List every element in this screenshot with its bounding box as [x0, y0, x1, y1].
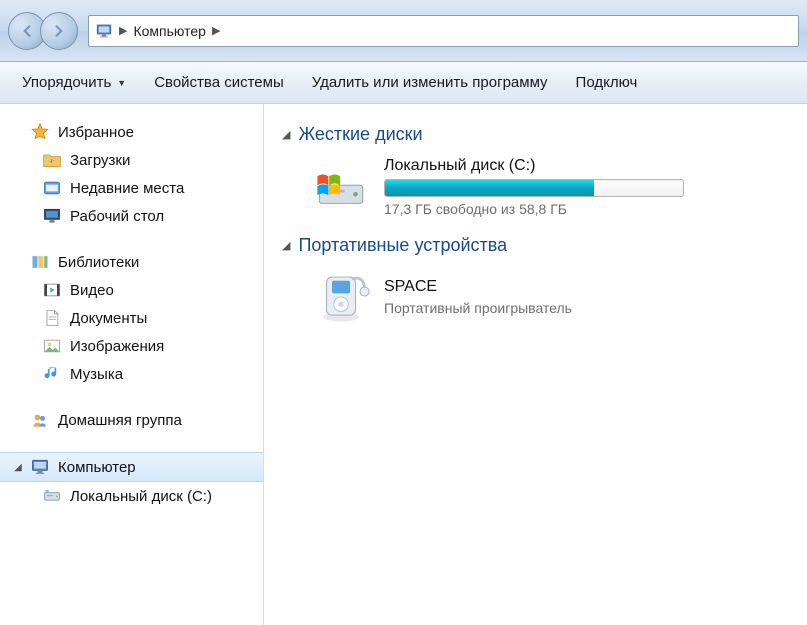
- device-title: SPACE: [384, 278, 572, 296]
- libraries-group: Библиотеки Видео Документы Изображения: [0, 248, 263, 388]
- navigation-pane: Избранное Загрузки Недавние места Рабочи…: [0, 104, 264, 625]
- portable-player-icon: [312, 268, 370, 326]
- hard-drive-icon: [312, 158, 370, 216]
- forward-button[interactable]: [40, 12, 78, 50]
- drive-item-local-c[interactable]: Локальный диск (C:) 17,3 ГБ свободно из …: [282, 155, 789, 227]
- portable-heading-label: Портативные устройства: [298, 235, 507, 256]
- sidebar-item-videos[interactable]: Видео: [0, 276, 263, 304]
- breadcrumb-sep-icon: ▶: [119, 24, 127, 37]
- libraries-label: Библиотеки: [58, 254, 139, 271]
- sidebar-item-documents[interactable]: Документы: [0, 304, 263, 332]
- video-icon: [42, 280, 62, 300]
- expand-icon[interactable]: [12, 256, 24, 268]
- breadcrumb-sep-icon: ▶: [212, 24, 220, 37]
- sidebar-item-pictures[interactable]: Изображения: [0, 332, 263, 360]
- disk-usage-fill: [385, 180, 594, 196]
- recent-label: Недавние места: [70, 180, 184, 197]
- sidebar-item-desktop[interactable]: Рабочий стол: [0, 202, 263, 230]
- sidebar-item-local-disk-c[interactable]: Локальный диск (C:): [0, 482, 263, 510]
- computer-icon: [30, 457, 50, 477]
- drive-icon: [42, 486, 62, 506]
- hdd-heading-label: Жесткие диски: [298, 124, 422, 145]
- main-area: Избранное Загрузки Недавние места Рабочи…: [0, 104, 807, 625]
- homegroup-icon: [30, 410, 50, 430]
- music-icon: [42, 364, 62, 384]
- favorites-label: Избранное: [58, 124, 134, 141]
- expand-icon[interactable]: [12, 414, 24, 426]
- sidebar-item-libraries[interactable]: Библиотеки: [0, 248, 263, 276]
- libraries-icon: [30, 252, 50, 272]
- pictures-label: Изображения: [70, 338, 164, 355]
- connect-label: Подключ: [576, 74, 638, 91]
- portable-device-item[interactable]: SPACE Портативный проигрыватель: [282, 266, 789, 336]
- computer-label: Компьютер: [58, 459, 136, 476]
- uninstall-label: Удалить или изменить программу: [312, 74, 548, 91]
- sidebar-item-recent[interactable]: Недавние места: [0, 174, 263, 202]
- content-pane: ◢ Жесткие диски Ло: [264, 104, 807, 625]
- device-details: SPACE Портативный проигрыватель: [384, 278, 572, 316]
- drive-title: Локальный диск (C:): [384, 157, 684, 175]
- recent-places-icon: [42, 178, 62, 198]
- connect-button[interactable]: Подключ: [576, 74, 638, 91]
- documents-icon: [42, 308, 62, 328]
- documents-label: Документы: [70, 310, 147, 327]
- homegroup-group: Домашняя группа: [0, 406, 263, 434]
- folder-download-icon: [42, 150, 62, 170]
- device-subtitle: Портативный проигрыватель: [384, 300, 572, 316]
- sidebar-item-homegroup[interactable]: Домашняя группа: [0, 406, 263, 434]
- system-properties-button[interactable]: Свойства системы: [154, 74, 284, 91]
- sidebar-item-downloads[interactable]: Загрузки: [0, 146, 263, 174]
- downloads-label: Загрузки: [70, 152, 130, 169]
- pictures-icon: [42, 336, 62, 356]
- section-heading-hdd[interactable]: ◢ Жесткие диски: [282, 124, 789, 145]
- local-disk-label: Локальный диск (C:): [70, 488, 212, 505]
- favorites-group: Избранное Загрузки Недавние места Рабочи…: [0, 118, 263, 230]
- drive-details: Локальный диск (C:) 17,3 ГБ свободно из …: [384, 157, 684, 217]
- arrow-right-icon: [50, 22, 68, 40]
- nav-history-buttons: [8, 12, 78, 50]
- disk-usage-bar: [384, 179, 684, 197]
- desktop-icon: [42, 206, 62, 226]
- collapse-icon[interactable]: ◢: [282, 239, 290, 252]
- address-bar[interactable]: ▶ Компьютер ▶: [88, 15, 799, 47]
- sidebar-item-favorites[interactable]: Избранное: [0, 118, 263, 146]
- star-icon: [30, 122, 50, 142]
- collapse-icon[interactable]: ◢: [282, 128, 290, 141]
- computer-group: ◢ Компьютер Локальный диск (C:): [0, 452, 263, 510]
- organize-label: Упорядочить: [22, 74, 111, 91]
- uninstall-program-button[interactable]: Удалить или изменить программу: [312, 74, 548, 91]
- computer-icon: [95, 22, 113, 40]
- organize-menu[interactable]: Упорядочить ▼: [22, 74, 126, 91]
- videos-label: Видео: [70, 282, 114, 299]
- chevron-down-icon: ▼: [117, 78, 126, 88]
- sidebar-item-computer[interactable]: ◢ Компьютер: [0, 452, 263, 482]
- section-heading-portable[interactable]: ◢ Портативные устройства: [282, 235, 789, 256]
- expand-icon[interactable]: [12, 126, 24, 138]
- homegroup-label: Домашняя группа: [58, 412, 182, 429]
- desktop-label: Рабочий стол: [70, 208, 164, 225]
- sidebar-item-music[interactable]: Музыка: [0, 360, 263, 388]
- system-properties-label: Свойства системы: [154, 74, 284, 91]
- drive-usage-text: 17,3 ГБ свободно из 58,8 ГБ: [384, 201, 684, 217]
- nav-bar: ▶ Компьютер ▶: [0, 0, 807, 62]
- music-label: Музыка: [70, 366, 123, 383]
- arrow-left-icon: [18, 22, 36, 40]
- breadcrumb-location[interactable]: Компьютер: [133, 23, 205, 39]
- command-bar: Упорядочить ▼ Свойства системы Удалить и…: [0, 62, 807, 104]
- collapse-icon[interactable]: ◢: [12, 461, 24, 473]
